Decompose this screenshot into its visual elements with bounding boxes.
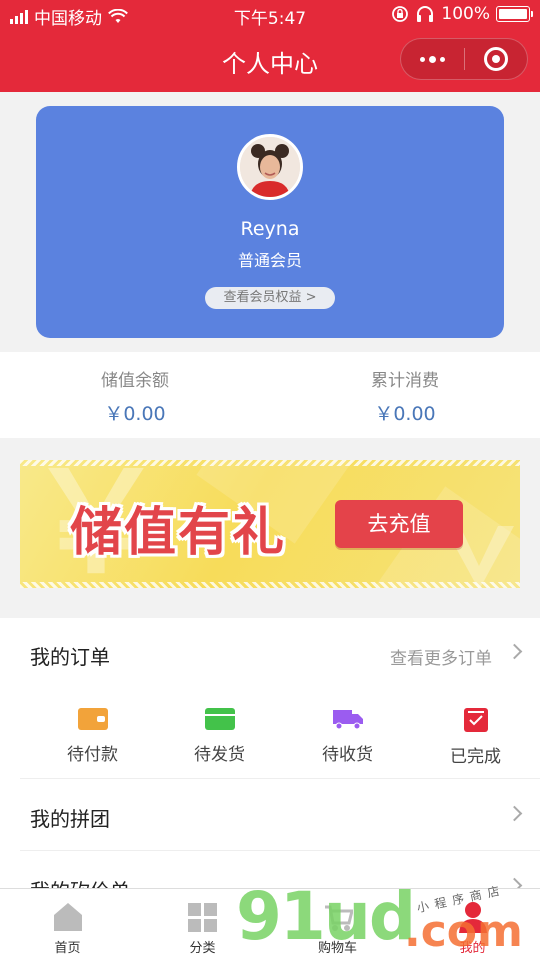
- my-group-buy-row[interactable]: 我的拼团: [0, 780, 540, 850]
- avatar-image: [240, 137, 300, 197]
- order-status-to-receive[interactable]: 待收货: [280, 708, 415, 765]
- order-status-to-ship[interactable]: 待发货: [152, 708, 287, 765]
- chevron-right-icon: [506, 805, 523, 822]
- cart-icon: [323, 901, 354, 933]
- chevron-right-icon: [506, 643, 523, 660]
- tab-bar: 首页 分类 购物车 我的: [0, 888, 540, 960]
- stored-balance-value: ￥0.00: [104, 403, 166, 425]
- profile-card: Reyna 普通会员 查看会员权益 >: [36, 106, 504, 338]
- order-status-label: 待付款: [67, 745, 118, 765]
- order-status-unpaid[interactable]: 待付款: [25, 708, 160, 765]
- tab-category[interactable]: 分类: [135, 889, 270, 960]
- member-level: 普通会员: [237, 251, 302, 270]
- tab-label: 购物车: [317, 941, 357, 956]
- tab-mine[interactable]: 我的: [405, 889, 540, 960]
- my-orders-title: 我的订单: [30, 645, 110, 669]
- battery-percent: 100%: [441, 4, 490, 24]
- banner-edge-top: [20, 460, 520, 466]
- order-status-label: 已完成: [450, 747, 501, 767]
- tab-label: 分类: [189, 941, 216, 956]
- total-spent-label: 累计消费: [371, 371, 439, 391]
- divider: [20, 778, 540, 779]
- banner-title: 储值有礼: [70, 503, 287, 563]
- mini-program-close-icon: [483, 47, 508, 71]
- status-bar: 中国移动 下午5:47 100%: [0, 0, 540, 30]
- stored-balance-label: 储值余额: [101, 371, 169, 391]
- more-dots-icon: [419, 55, 445, 63]
- order-status-label: 待发货: [194, 745, 245, 765]
- headphones-icon: [417, 6, 434, 22]
- tab-label: 我的: [459, 941, 486, 956]
- home-icon: [53, 901, 83, 933]
- mini-program-capsule: [400, 38, 528, 80]
- stored-balance[interactable]: 储值余额 ￥0.00: [0, 352, 270, 426]
- my-orders-row[interactable]: 我的订单 查看更多订单: [0, 618, 540, 688]
- recharge-button[interactable]: 去充值: [335, 500, 463, 548]
- balance-summary: 储值余额 ￥0.00 累计消费 ￥0.00: [0, 352, 540, 438]
- category-grid-icon: [187, 901, 218, 933]
- order-status-label: 待收货: [322, 745, 373, 765]
- battery-icon: [496, 6, 533, 22]
- view-benefits-button[interactable]: 查看会员权益 >: [205, 287, 335, 309]
- wallet-icon: [77, 708, 108, 730]
- view-more-orders-link[interactable]: 查看更多订单: [390, 644, 492, 669]
- completed-checklist-icon: [463, 708, 488, 732]
- username: Reyna: [240, 218, 300, 240]
- avatar[interactable]: [237, 134, 303, 200]
- divider: [20, 850, 540, 851]
- order-status-completed[interactable]: 已完成: [408, 708, 540, 767]
- screen-rotation-lock-icon: [392, 6, 409, 22]
- close-button[interactable]: [465, 39, 528, 79]
- user-icon: [458, 901, 488, 933]
- my-group-buy-title: 我的拼团: [30, 807, 110, 831]
- tab-cart[interactable]: 购物车: [270, 889, 405, 960]
- more-button[interactable]: [401, 39, 464, 79]
- total-spent[interactable]: 累计消费 ￥0.00: [270, 352, 540, 426]
- tab-home[interactable]: 首页: [0, 889, 135, 960]
- total-spent-value: ￥0.00: [374, 403, 436, 425]
- nav-bar: 个人中心: [0, 30, 540, 92]
- package-icon: [204, 708, 235, 730]
- truck-icon: [332, 708, 363, 730]
- tab-label: 首页: [54, 941, 81, 956]
- recharge-banner[interactable]: ￥ 储值有礼 去充值: [20, 460, 520, 588]
